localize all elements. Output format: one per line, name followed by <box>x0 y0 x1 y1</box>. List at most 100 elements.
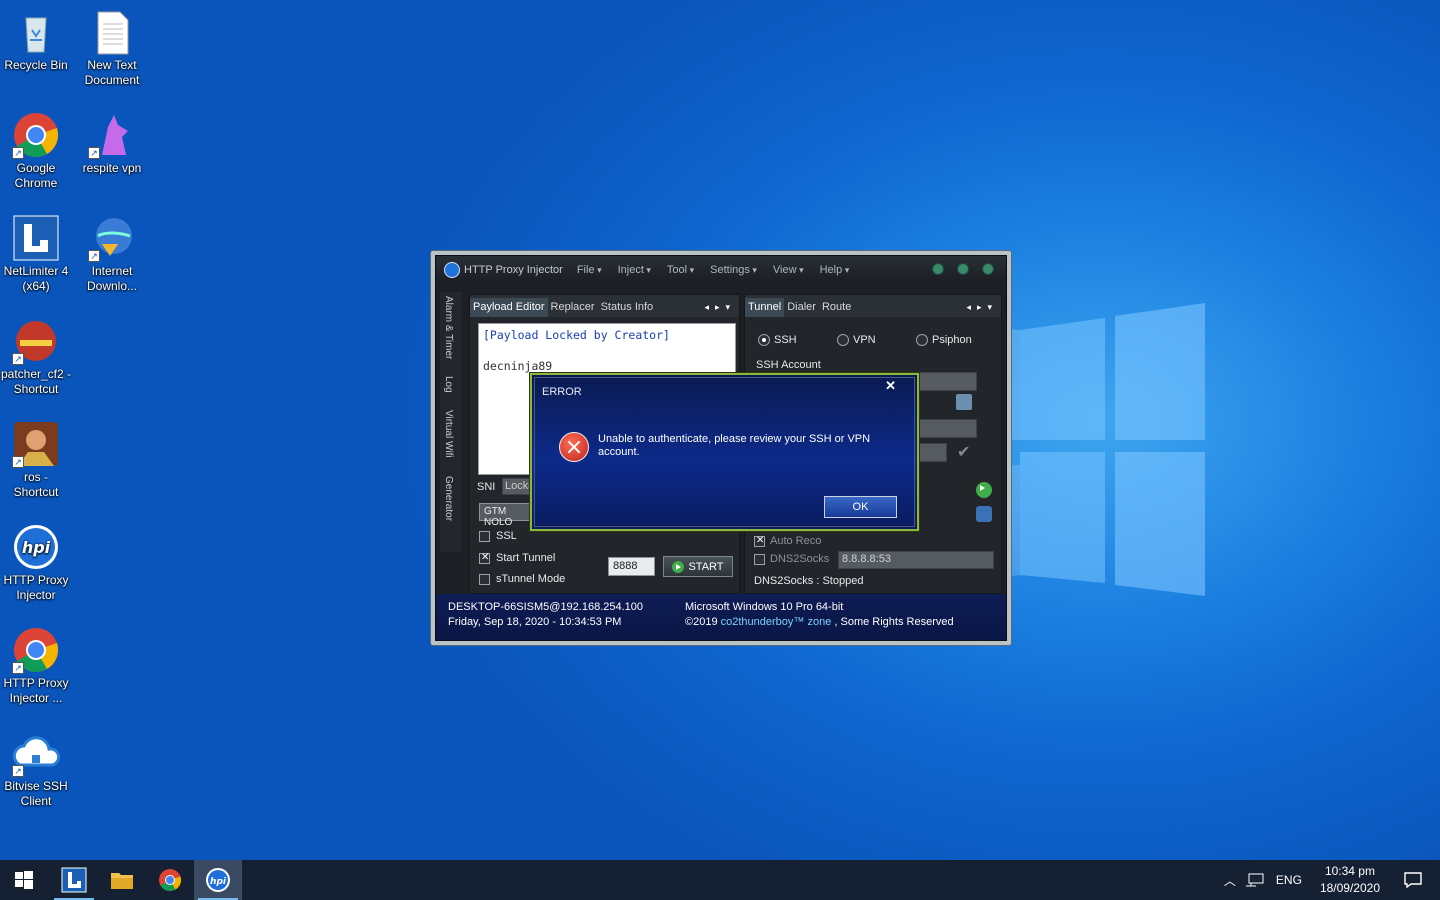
desktop-icon-bitvise[interactable]: ↗ Bitvise SSH Client <box>0 729 72 809</box>
tab-replacer[interactable]: Replacer <box>548 298 598 317</box>
tab-scroll-arrows[interactable]: ◂▸▾ <box>963 299 1001 317</box>
menu-tool[interactable]: Tool <box>667 264 694 276</box>
side-tabs: Alarm & Timer Log Virtual Wifi Generator <box>440 292 462 552</box>
sni-label: SNI <box>477 481 496 493</box>
desktop-icon-internet-download[interactable]: ↗ Internet Downlo... <box>76 214 148 294</box>
clock-date: 18/09/2020 <box>1319 881 1380 895</box>
dns-status: DNS2Socks : Stopped <box>754 575 864 587</box>
footer-author-link[interactable]: co2thunderboy™ zone <box>721 616 832 628</box>
ssl-label: SSL <box>496 530 517 542</box>
dialog-close-icon[interactable]: ✕ <box>885 378 896 394</box>
desktop-icon-recycle-bin[interactable]: Recycle Bin <box>0 8 72 73</box>
svg-text:hpi: hpi <box>210 877 227 887</box>
ssl-checkbox[interactable] <box>479 531 490 542</box>
desktop-icon-label: patcher_cf2 - Shortcut <box>0 367 72 396</box>
ssh-radio[interactable] <box>758 334 770 346</box>
start-tunnel-checkbox[interactable] <box>479 552 490 564</box>
desktop-icon-label: Recycle Bin <box>4 58 68 72</box>
respite-vpn-icon: ↗ <box>88 111 136 159</box>
vpn-radio[interactable] <box>837 334 849 346</box>
chrome-icon <box>159 869 182 891</box>
start-button[interactable] <box>0 860 48 900</box>
taskbar-file-explorer[interactable] <box>98 860 146 900</box>
tab-generator[interactable]: Generator <box>443 476 454 521</box>
desktop-icon-hpi-chrome[interactable]: ↗ HTTP Proxy Injector ... <box>0 626 72 706</box>
svg-text:hpi: hpi <box>22 538 51 557</box>
title-bar[interactable]: HTTP Proxy Injector File Inject Tool Set… <box>436 256 1006 284</box>
desktop-icon-label: HTTP Proxy Injector <box>3 573 69 602</box>
patcher-icon: ↗ <box>12 317 60 365</box>
taskbar-netlimiter[interactable] <box>50 860 98 900</box>
ok-button[interactable]: OK <box>824 496 897 518</box>
payload-owner-text: decninja89 <box>483 359 553 373</box>
dns2socks-label: DNS2Socks <box>770 553 830 565</box>
minimize-icon[interactable] <box>932 263 944 275</box>
desktop-icon-netlimiter[interactable]: NetLimiter 4 (x64) <box>0 214 72 294</box>
tab-dialer[interactable]: Dialer <box>784 298 819 317</box>
dns-input[interactable]: 8.8.8.8:53 <box>838 551 994 569</box>
tab-virtual-wifi[interactable]: Virtual Wifi <box>443 410 454 458</box>
chrome-icon: ↗ <box>12 111 60 159</box>
menu-bar: File Inject Tool Settings View Help <box>577 264 849 276</box>
close-icon[interactable] <box>982 263 994 275</box>
tab-payload-editor[interactable]: Payload Editor <box>470 298 548 317</box>
start-button[interactable]: START <box>663 556 733 577</box>
auto-reco-checkbox[interactable] <box>754 535 765 547</box>
desktop-icon-label: Bitvise SSH Client <box>4 779 68 808</box>
ssh-radio-label: SSH <box>774 334 797 346</box>
menu-settings[interactable]: Settings <box>710 264 757 276</box>
footer-host: DESKTOP-66SISM5@192.168.254.100 <box>448 601 644 613</box>
tab-log[interactable]: Log <box>443 376 454 393</box>
dns2socks-checkbox[interactable] <box>754 554 765 565</box>
taskbar: hpi ︿ ENG 10:34 pm 18/09/2020 <box>0 860 1440 900</box>
save-icon[interactable] <box>956 394 972 410</box>
clock-time: 10:34 pm <box>1324 864 1375 878</box>
desktop-icon-label: HTTP Proxy Injector ... <box>3 676 69 705</box>
connect-play-icon[interactable] <box>976 482 992 498</box>
menu-inject[interactable]: Inject <box>618 264 651 276</box>
maximize-icon[interactable] <box>957 263 969 275</box>
desktop-icon-label: New Text Document <box>84 58 140 87</box>
footer-os: Microsoft Windows 10 Pro 64-bit <box>685 601 844 613</box>
vpn-radio-label: VPN <box>853 334 876 346</box>
action-center-icon[interactable] <box>1404 872 1422 888</box>
tab-route[interactable]: Route <box>819 298 854 317</box>
bitvise-icon: ↗ <box>12 729 61 777</box>
show-hidden-icons-icon[interactable]: ︿ <box>1224 872 1236 889</box>
desktop-icon-patcher[interactable]: ↗ patcher_cf2 - Shortcut <box>0 317 72 397</box>
stunnel-mode-checkbox[interactable] <box>479 574 490 585</box>
desktop-icon-hpi[interactable]: hpi HTTP Proxy Injector <box>0 523 72 603</box>
footer-rights: , Some Rights Reserved <box>834 616 954 628</box>
desktop-icon-respite-vpn[interactable]: ↗ respite vpn <box>76 111 148 176</box>
taskbar-hpi[interactable]: hpi <box>194 860 242 900</box>
footer-copy-year: ©2019 <box>685 616 718 628</box>
menu-file[interactable]: File <box>577 264 602 276</box>
tab-tunnel[interactable]: Tunnel <box>745 298 785 317</box>
tab-scroll-arrows[interactable]: ◂▸▾ <box>701 299 739 317</box>
start-tunnel-label: Start Tunnel <box>496 552 556 564</box>
menu-view[interactable]: View <box>773 264 804 276</box>
language-indicator[interactable]: ENG <box>1276 873 1302 887</box>
psiphon-radio[interactable] <box>916 334 928 346</box>
desktop-icon-google-chrome[interactable]: ↗ Google Chrome <box>0 111 72 191</box>
recycle-bin-icon <box>12 8 60 56</box>
play-icon <box>672 560 685 573</box>
dialog-message: Unable to authenticate, please review yo… <box>598 433 871 458</box>
desktop-icon-new-text-document[interactable]: New Text Document <box>76 8 148 88</box>
footer-date: Friday, Sep 18, 2020 - 10:34:53 PM <box>448 616 622 628</box>
desktop-icon-ros[interactable]: ↗ ros - Shortcut <box>0 420 72 500</box>
ros-icon: ↗ <box>12 420 60 468</box>
network-icon[interactable] <box>1245 873 1264 887</box>
menu-help[interactable]: Help <box>820 264 850 276</box>
checkmark-icon[interactable]: ✔ <box>957 442 970 462</box>
hpi-icon: hpi <box>206 868 230 892</box>
tab-alarm-timer[interactable]: Alarm & Timer <box>443 296 454 359</box>
clock[interactable]: 10:34 pm 18/09/2020 <box>1320 863 1380 897</box>
port-input[interactable]: 8888 <box>608 557 655 576</box>
desktop-icon-label: Internet Downlo... <box>86 264 138 293</box>
ssh-account-label: SSH Account <box>756 359 821 371</box>
desktop-icon-label: respite vpn <box>82 161 142 175</box>
taskbar-chrome[interactable] <box>146 860 194 900</box>
tab-status-info[interactable]: Status Info <box>598 298 657 317</box>
network-icon[interactable] <box>976 506 992 522</box>
